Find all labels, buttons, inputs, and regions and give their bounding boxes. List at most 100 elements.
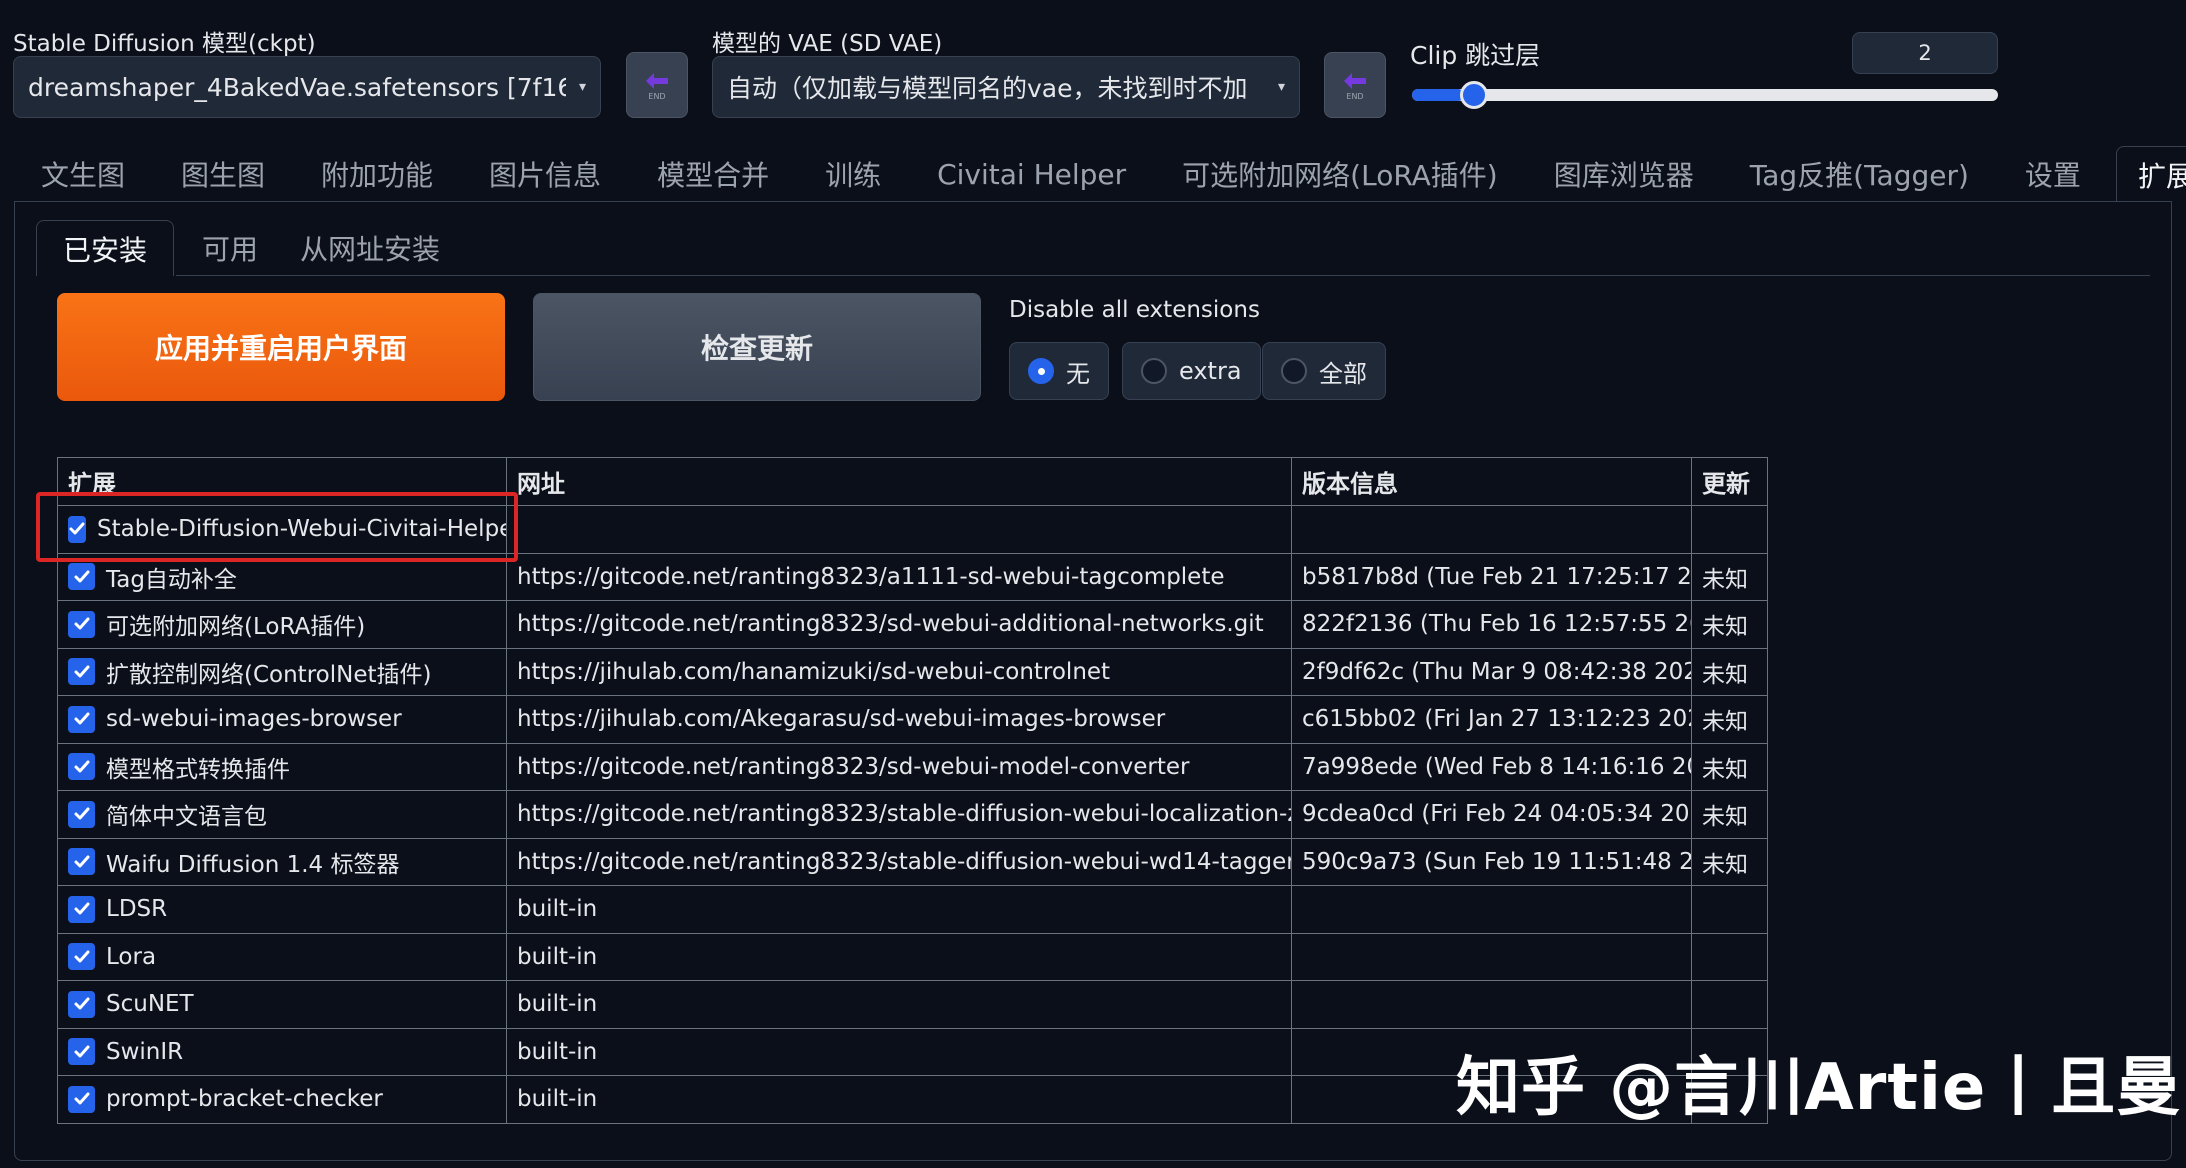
extension-name-wrap: prompt-bracket-checker	[68, 1085, 496, 1113]
check-icon	[74, 1092, 89, 1105]
vae-label: 模型的 VAE (SD VAE)	[712, 31, 943, 57]
tab-civitai-helper[interactable]: Civitai Helper	[916, 146, 1147, 202]
cell-version: 9cdea0cd (Fri Feb 24 04:05:34 2023)	[1291, 790, 1692, 839]
radio-extra-label: extra	[1179, 357, 1242, 385]
tab-additional-networks[interactable]: 可选附加网络(LoRA插件)	[1161, 146, 1519, 202]
extension-name: Lora	[106, 943, 157, 970]
vae-select[interactable]: 自动（仅加载与模型同名的vae，未找到时不加 ▾	[712, 56, 1300, 118]
cell-update	[1691, 932, 1768, 981]
clip-skip-slider-thumb[interactable]	[1460, 81, 1488, 109]
ckpt-select[interactable]: dreamshaper_4BakedVae.safetensors [7f16b…	[13, 56, 601, 118]
cell-update: 未知	[1691, 837, 1768, 886]
extension-checkbox[interactable]	[68, 1085, 95, 1113]
extension-name-wrap: 简体中文语言包	[68, 797, 496, 831]
extension-checkbox[interactable]	[68, 658, 95, 686]
extension-name-wrap: 模型格式转换插件	[68, 750, 496, 784]
cell-extension: 扩散控制网络(ControlNet插件)	[57, 647, 507, 696]
extension-name: Waifu Diffusion 1.4 标签器	[106, 851, 400, 878]
header-version: 版本信息	[1291, 457, 1692, 506]
extension-checkbox[interactable]	[68, 990, 95, 1018]
refresh-ckpt-button[interactable]: END	[626, 52, 688, 118]
cell-extension: 简体中文语言包	[57, 790, 507, 839]
table-row: 模型格式转换插件 https://gitcode.net/ranting8323/…	[57, 742, 1768, 791]
extension-name-wrap: 扩散控制网络(ControlNet插件)	[68, 655, 496, 689]
cell-update: 未知	[1691, 742, 1768, 791]
tab-train[interactable]: 训练	[804, 146, 902, 202]
cell-version	[1291, 505, 1692, 554]
extension-name-wrap: Lora	[68, 943, 496, 971]
header-update: 更新	[1691, 457, 1768, 506]
extension-checkbox[interactable]	[68, 705, 95, 733]
cell-url: built-in	[506, 885, 1292, 934]
ckpt-value: dreamshaper_4BakedVae.safetensors [7f16b…	[28, 72, 566, 102]
tab-images-browser[interactable]: 图库浏览器	[1533, 146, 1715, 202]
check-updates-button[interactable]: 检查更新	[533, 293, 981, 401]
extension-name: 扩散控制网络(ControlNet插件)	[106, 661, 432, 688]
cell-url: https://gitcode.net/ranting8323/stable-d…	[506, 837, 1292, 886]
vae-value: 自动（仅加载与模型同名的vae，未找到时不加	[727, 74, 1248, 103]
subtab-available[interactable]: 可用	[174, 220, 286, 276]
cell-extension: sd-webui-images-browser	[57, 695, 507, 744]
table-row: Waifu Diffusion 1.4 标签器 https://gitcode.n…	[57, 837, 1768, 886]
cell-url: https://gitcode.net/ranting8323/sd-webui…	[506, 742, 1292, 791]
cell-extension: Lora	[57, 932, 507, 981]
subtab-install-from-url[interactable]: 从网址安装	[286, 220, 454, 276]
check-icon	[74, 855, 89, 868]
header-url: 网址	[506, 457, 1292, 506]
extension-checkbox[interactable]	[68, 1038, 95, 1066]
tab-png-info[interactable]: 图片信息	[468, 146, 622, 202]
subtab-installed[interactable]: 已安装	[36, 220, 175, 276]
radio-none-label: 无	[1066, 359, 1090, 388]
ckpt-label: Stable Diffusion 模型(ckpt)	[13, 31, 316, 57]
extension-checkbox[interactable]	[68, 610, 95, 638]
cell-update: 未知	[1691, 600, 1768, 649]
apply-restart-button[interactable]: 应用并重启用户界面	[57, 293, 505, 401]
refresh-vae-button[interactable]: END	[1324, 52, 1386, 118]
tab-img2img[interactable]: 图生图	[160, 146, 286, 202]
tab-extensions[interactable]: 扩展	[2115, 146, 2186, 202]
extension-checkbox[interactable]	[68, 895, 95, 923]
check-icon	[74, 760, 89, 773]
check-icon	[74, 712, 89, 725]
clip-skip-slider[interactable]	[1412, 89, 1998, 101]
extension-name-wrap: LDSR	[68, 895, 496, 923]
radio-extra[interactable]: extra	[1122, 342, 1261, 400]
svg-text:END: END	[648, 92, 665, 101]
end-icon: END	[646, 73, 668, 101]
cell-url: built-in	[506, 1027, 1292, 1076]
cell-url: https://gitcode.net/ranting8323/sd-webui…	[506, 600, 1292, 649]
tab-model-merge[interactable]: 模型合并	[636, 146, 790, 202]
extension-checkbox[interactable]	[68, 848, 95, 876]
radio-none[interactable]: 无	[1009, 342, 1109, 400]
tab-settings[interactable]: 设置	[2004, 146, 2102, 202]
radio-dot	[1281, 358, 1307, 384]
end-icon: END	[1344, 73, 1366, 101]
extension-name-wrap: sd-webui-images-browser	[68, 705, 496, 733]
cell-version	[1291, 932, 1692, 981]
svg-text:END: END	[1346, 92, 1363, 101]
tab-extras[interactable]: 附加功能	[300, 146, 454, 202]
tab-tagger[interactable]: Tag反推(Tagger)	[1729, 146, 1990, 202]
cell-update: 未知	[1691, 552, 1768, 601]
cell-url: built-in	[506, 932, 1292, 981]
extension-checkbox[interactable]	[68, 800, 95, 828]
clip-skip-slider-fill	[1412, 89, 1464, 101]
clip-skip-number[interactable]: 2	[1852, 32, 1998, 74]
cell-url: https://gitcode.net/ranting8323/a1111-sd…	[506, 552, 1292, 601]
extension-name: Tag自动补全	[106, 566, 237, 593]
table-row: 简体中文语言包 https://gitcode.net/ranting8323/s…	[57, 790, 1768, 839]
cell-extension: Waifu Diffusion 1.4 标签器	[57, 837, 507, 886]
disable-all-label: Disable all extensions	[1009, 297, 1260, 323]
check-icon	[74, 570, 89, 583]
extension-checkbox[interactable]	[68, 753, 95, 781]
extension-checkbox[interactable]	[68, 563, 95, 591]
cell-update	[1691, 885, 1768, 934]
extension-checkbox[interactable]	[68, 943, 95, 971]
sub-tabbar: 已安装 可用 从网址安装	[36, 220, 2156, 276]
cell-url: https://gitcode.net/ranting8323/stable-d…	[506, 790, 1292, 839]
cell-update	[1691, 505, 1768, 554]
radio-all[interactable]: 全部	[1262, 342, 1386, 400]
tab-txt2img[interactable]: 文生图	[20, 146, 146, 202]
check-icon	[74, 950, 89, 963]
cell-extension: 模型格式转换插件	[57, 742, 507, 791]
